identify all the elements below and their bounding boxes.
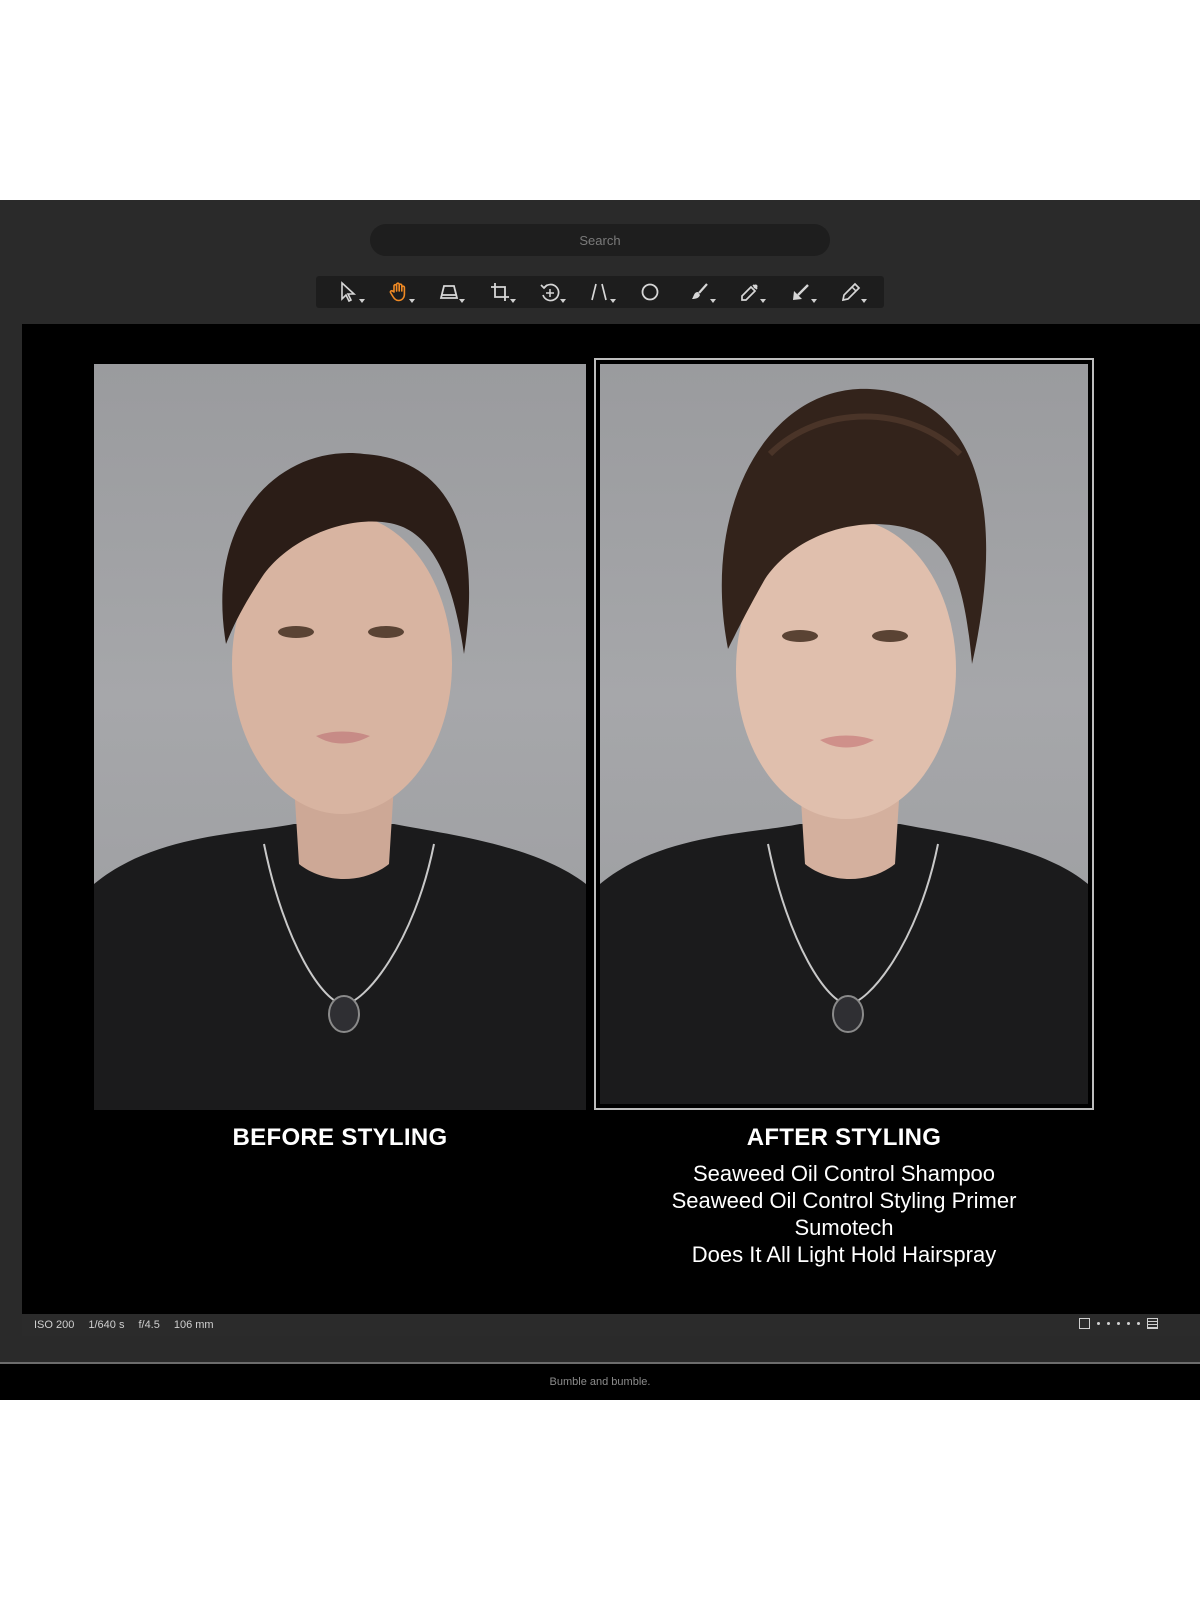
arrow-pick-icon <box>792 284 809 300</box>
product-item: Seaweed Oil Control Styling Primer <box>671 1188 1017 1213</box>
view-dot[interactable] <box>1127 1322 1130 1325</box>
footer: Bumble and bumble. <box>0 1364 1200 1400</box>
eyedropper-icon <box>741 284 759 301</box>
view-controls <box>1079 1318 1158 1329</box>
iso-readout: ISO 200 <box>34 1319 75 1331</box>
select-arrow-tool[interactable] <box>327 278 371 306</box>
rotate-icon <box>540 283 560 302</box>
product-item: Sumotech <box>794 1215 894 1240</box>
before-photo[interactable] <box>94 364 586 1110</box>
crop-icon <box>490 283 509 301</box>
product-list: Seaweed Oil Control Shampoo Seaweed Oil … <box>594 1160 1094 1268</box>
product-item: Seaweed Oil Control Shampoo <box>692 1161 996 1186</box>
tool-palette <box>316 276 884 308</box>
shutter-readout: 1/640 s <box>88 1319 125 1331</box>
after-caption: AFTER STYLING <box>746 1124 942 1151</box>
circle-mask-tool[interactable] <box>628 278 672 306</box>
brush-icon <box>692 283 709 299</box>
view-dot[interactable] <box>1097 1322 1100 1325</box>
view-dot[interactable] <box>1107 1322 1110 1325</box>
eraser-pencil-icon <box>841 282 860 302</box>
status-bar: ISO 200 1/640 s f/4.5 106 mm <box>22 1314 1200 1336</box>
aperture-readout: f/4.5 <box>138 1319 160 1331</box>
search-bar <box>370 224 830 256</box>
select-arrow-icon <box>341 281 357 303</box>
before-caption: BEFORE STYLING <box>232 1124 448 1151</box>
grid-view-icon[interactable] <box>1147 1318 1158 1329</box>
straighten-lines-icon <box>591 283 607 301</box>
image-viewer: BEFORE STYLING AFTER STYLING Seaweed Oil… <box>22 324 1200 1314</box>
portrait-after-image <box>600 388 1088 1104</box>
hand-pan-icon <box>389 282 406 302</box>
eyedropper-tool[interactable] <box>728 278 772 306</box>
footer-brand-text: Bumble and bumble. <box>549 1376 651 1388</box>
eraser-pencil-tool[interactable] <box>829 278 873 306</box>
view-dot[interactable] <box>1117 1322 1120 1325</box>
arrow-pick-tool[interactable] <box>779 278 823 306</box>
hand-pan-tool[interactable] <box>377 278 421 306</box>
single-view-icon[interactable] <box>1079 1318 1090 1329</box>
search-input[interactable] <box>388 231 812 249</box>
view-dot[interactable] <box>1137 1322 1140 1325</box>
straighten-tool[interactable] <box>578 278 622 306</box>
after-photo[interactable] <box>600 364 1088 1104</box>
crop-tool[interactable] <box>478 278 522 306</box>
keystone-icon <box>440 285 459 299</box>
rotate-tool[interactable] <box>528 278 572 306</box>
app-window: BEFORE STYLING AFTER STYLING Seaweed Oil… <box>0 200 1200 1400</box>
brush-tool[interactable] <box>678 278 722 306</box>
circle-mask-icon <box>641 283 659 301</box>
after-photo-frame[interactable] <box>594 358 1094 1110</box>
product-item: Does It All Light Hold Hairspray <box>691 1242 997 1267</box>
keystone-tool[interactable] <box>427 278 471 306</box>
focal-length-readout: 106 mm <box>173 1319 214 1331</box>
portrait-before-image <box>94 453 586 1110</box>
